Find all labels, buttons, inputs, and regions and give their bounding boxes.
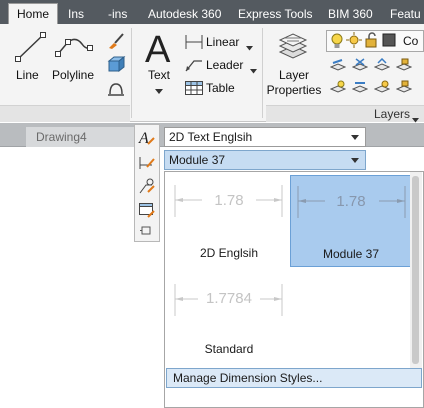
layer-properties-icon[interactable]	[276, 30, 310, 65]
tab-addins[interactable]: -ins	[108, 4, 127, 24]
gallery-item-module-37[interactable]: 1.78 Module 37	[290, 175, 412, 267]
chevron-down-icon[interactable]	[351, 158, 359, 163]
brush-icon[interactable]	[106, 32, 126, 53]
tab-insert[interactable]: Ins	[68, 4, 84, 24]
pin-panel-icon[interactable]	[139, 225, 153, 240]
layer-properties-label[interactable]: Layer Properties	[266, 68, 322, 98]
tab-express-tools[interactable]: Express Tools	[238, 4, 312, 24]
lightbulb-icon[interactable]	[330, 32, 344, 53]
layers-panel-title[interactable]: Layers	[374, 107, 410, 121]
leader-icon[interactable]	[184, 57, 204, 76]
linear-dimension-icon[interactable]	[184, 34, 204, 53]
unlock-icon[interactable]	[364, 32, 380, 51]
dimension-style-dropdown[interactable]: Module 37	[164, 150, 366, 170]
ribbon-panel-area: Line Polyline A Text Linear Leader Table…	[0, 24, 424, 123]
svg-text:A: A	[145, 29, 171, 68]
annotation-tool-strip: A	[134, 124, 160, 242]
line-icon[interactable]	[14, 30, 48, 67]
tab-bim-360[interactable]: BIM 360	[328, 4, 373, 24]
sun-icon[interactable]	[346, 32, 362, 51]
layer-tool-icon[interactable]	[329, 80, 347, 97]
gallery-item-caption: Module 37	[322, 247, 380, 261]
chevron-down-icon[interactable]	[246, 40, 253, 54]
text-style-value: 2D Text Englsih	[169, 130, 253, 144]
gallery-item-caption: Standard	[204, 342, 254, 356]
dimension-style-icon[interactable]	[138, 153, 156, 174]
gallery-item-caption: 2D Englsih	[199, 246, 259, 260]
polyline-icon[interactable]	[54, 32, 94, 65]
leader-button-label[interactable]: Leader	[206, 58, 243, 72]
draw-panel-title-bar	[0, 105, 130, 122]
color-swatch-icon[interactable]	[382, 33, 396, 50]
text-icon[interactable]: A	[142, 28, 176, 71]
gallery-item-standard[interactable]: 1.7784 Standard	[168, 278, 290, 370]
dimension-preview-value: 1.7784	[206, 290, 252, 307]
tab-home[interactable]: Home	[8, 3, 59, 24]
layer-tool-icon[interactable]	[351, 58, 369, 75]
manage-dimension-styles-button[interactable]: Manage Dimension Styles...	[166, 368, 422, 388]
file-tab-drawing4[interactable]: Drawing4	[26, 127, 144, 147]
multileader-style-icon[interactable]	[138, 177, 156, 198]
table-style-icon[interactable]	[138, 201, 156, 222]
layer-lock-icon[interactable]	[395, 58, 413, 75]
text-style-icon[interactable]: A	[138, 129, 156, 150]
tab-featured[interactable]: Featu	[390, 4, 421, 24]
dimension-style-value: Module 37	[169, 153, 226, 167]
text-style-dropdown[interactable]: 2D Text Englsih	[164, 127, 366, 147]
layer-tool-icon[interactable]	[373, 57, 391, 75]
layer-tool-icon[interactable]	[329, 58, 347, 75]
dimension-preview-value: 1.78	[214, 192, 244, 209]
table-button-label[interactable]: Table	[206, 81, 235, 95]
panel-separator	[262, 28, 263, 118]
layer-dropdown-value: Co	[403, 34, 419, 48]
panel-separator	[131, 28, 132, 118]
gallery-scrollbar-thumb[interactable]	[412, 176, 419, 364]
polyline-button-label[interactable]: Polyline	[52, 68, 94, 82]
text-button-label[interactable]: Text	[148, 68, 170, 82]
dimension-preview-value: 1.78	[336, 193, 366, 210]
ribbon-tab-bar: Home Ins -ins Autodesk 360 Express Tools…	[0, 0, 424, 24]
line-button-label[interactable]: Line	[16, 68, 39, 82]
gallery-item-2d-english[interactable]: 1.78 2D Englsih	[168, 175, 290, 267]
tab-autodesk-360[interactable]: Autodesk 360	[148, 4, 221, 24]
layer-tool-icon[interactable]	[351, 80, 369, 97]
table-icon[interactable]	[184, 80, 204, 99]
chevron-down-icon[interactable]	[351, 135, 359, 140]
svg-text:A: A	[138, 130, 149, 147]
chevron-down-icon[interactable]	[155, 84, 163, 98]
layer-tool-icon[interactable]	[373, 80, 391, 97]
linear-button-label[interactable]: Linear	[206, 35, 239, 49]
cube-icon[interactable]	[106, 55, 126, 77]
chevron-down-icon[interactable]	[250, 63, 257, 77]
hatch-icon[interactable]	[106, 80, 126, 101]
layer-lock-icon[interactable]	[395, 80, 413, 97]
